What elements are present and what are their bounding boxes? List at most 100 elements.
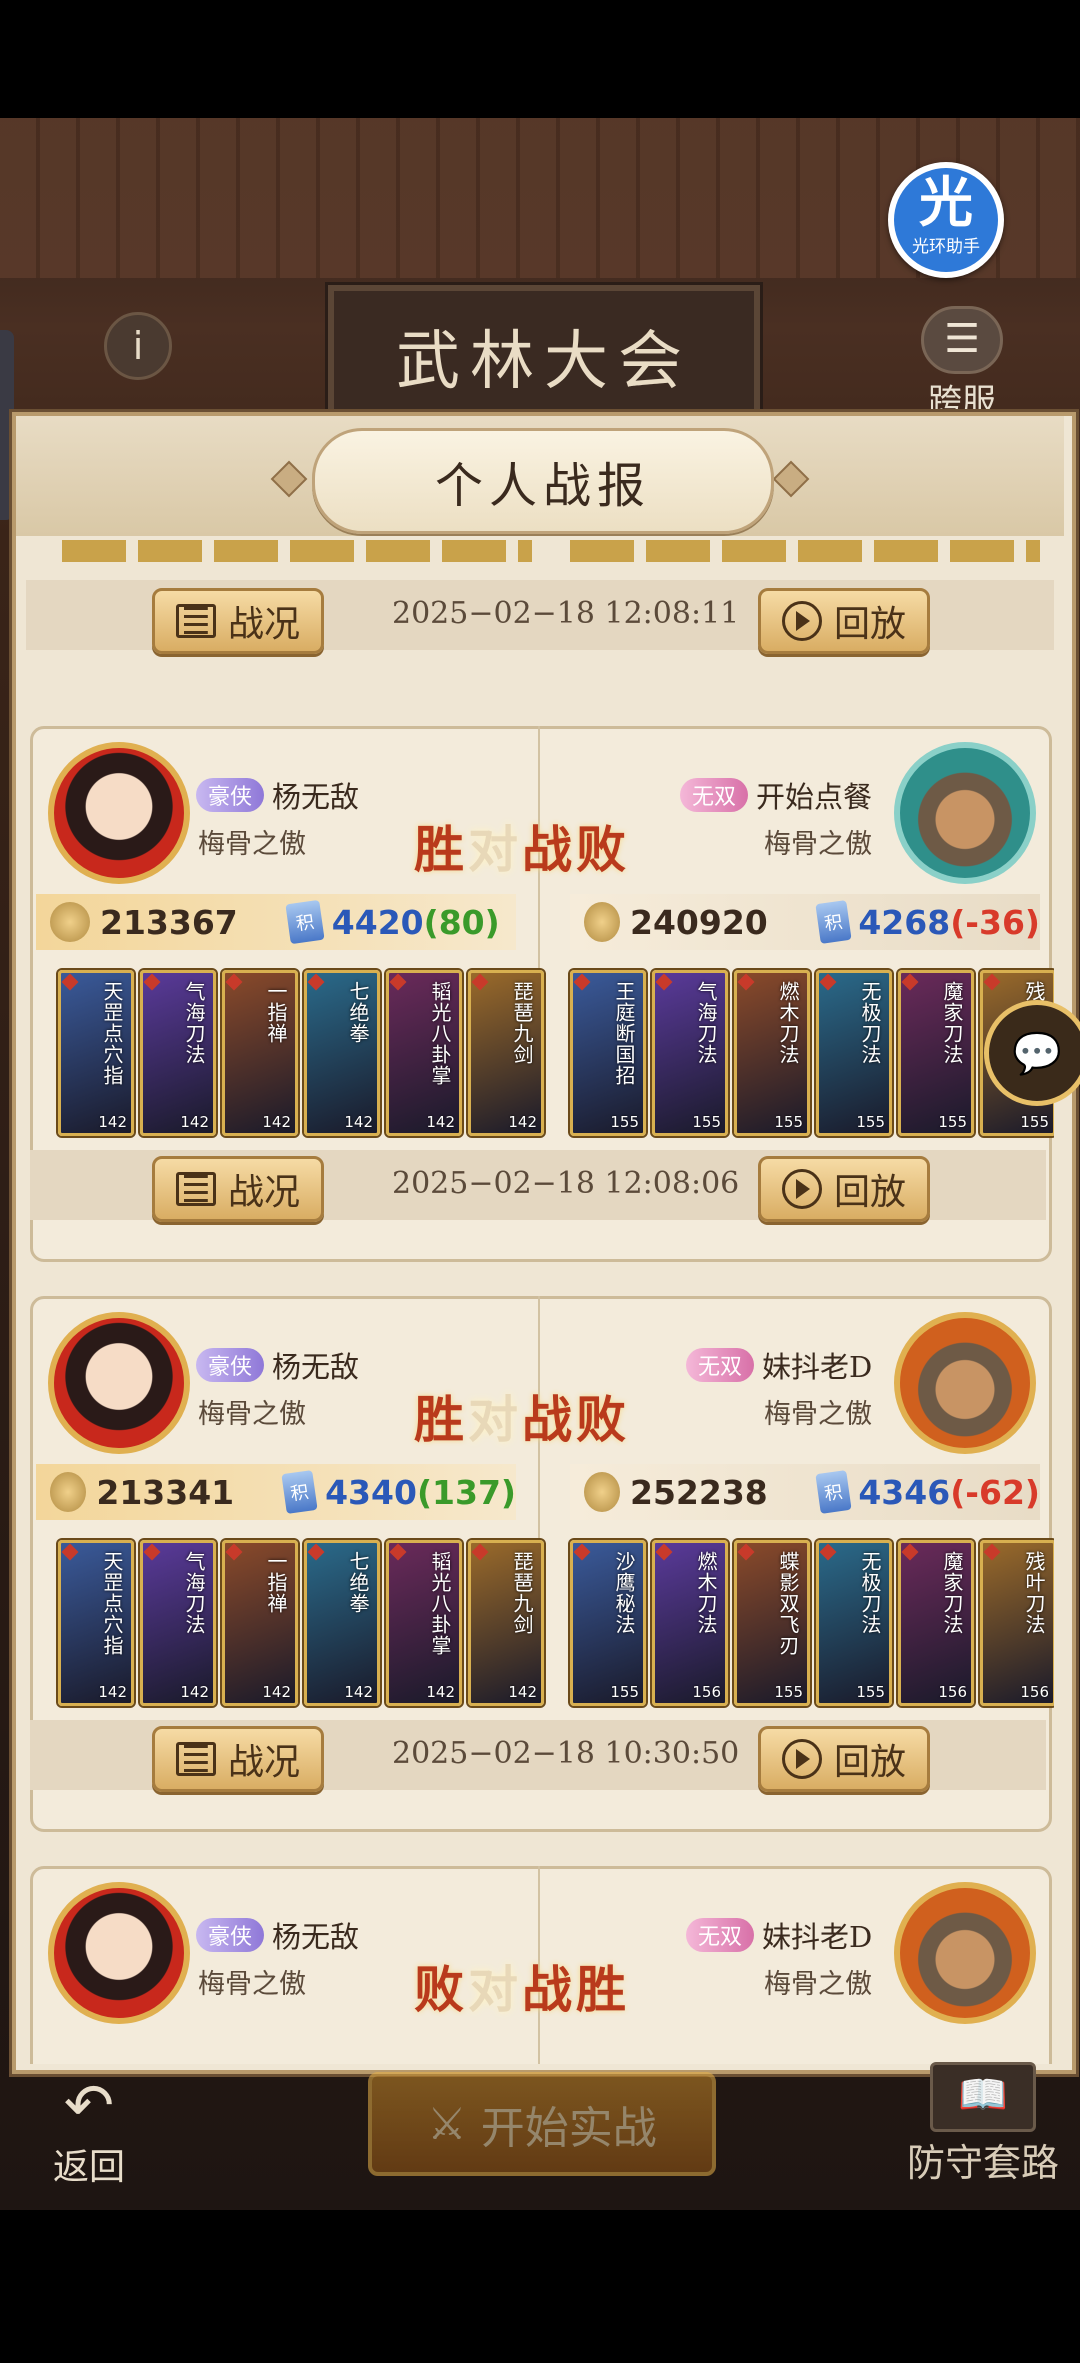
replay-button[interactable]: 回放 <box>758 1726 930 1792</box>
score-icon: 积 <box>815 900 851 944</box>
opponent-name: 妹抖老D <box>762 1350 873 1384</box>
hero-card[interactable]: 蝶影双飞刃 155 <box>734 1540 810 1706</box>
hero-card[interactable]: 无极刀法 155 <box>816 1540 892 1706</box>
hero-card[interactable]: 燃木刀法 155 <box>734 970 810 1136</box>
power-icon <box>584 902 620 942</box>
match-date: 2025−02−18 10:30:50 <box>392 1736 740 1771</box>
rank-tag: 豪侠 <box>196 1348 265 1382</box>
score-delta: (137) <box>416 1472 516 1512</box>
hero-level: 155 <box>692 1113 721 1131</box>
hero-name: 气海刀法 <box>182 1551 206 1635</box>
play-icon <box>781 1739 822 1779</box>
rank-tag: 无双 <box>680 778 749 812</box>
opponent-name: 开始点餐 <box>756 780 873 814</box>
hero-card[interactable]: 气海刀法 155 <box>652 970 728 1136</box>
match-date: 2025−02−18 12:08:11 <box>392 596 740 631</box>
start-battle-button[interactable]: ⚔ 开始实战 <box>368 2072 716 2176</box>
hero-card[interactable]: 琵琶九剑 142 <box>468 1540 544 1706</box>
player-name: 杨无敌 <box>272 780 360 814</box>
score-value: 4268(-36) <box>858 903 1040 942</box>
hero-card[interactable]: 七绝拳 142 <box>304 1540 380 1706</box>
hero-name: 七绝拳 <box>346 981 370 1044</box>
back-label: 返回 <box>52 2147 125 2188</box>
hero-name: 琵琶九剑 <box>510 981 534 1065</box>
score-delta: (-36) <box>950 902 1040 942</box>
hero-card[interactable]: 韬光八卦掌 142 <box>386 1540 462 1706</box>
hero-card[interactable]: 魔家刀法 155 <box>898 970 974 1136</box>
score-delta: (80) <box>423 902 500 942</box>
score-icon: 积 <box>815 1470 851 1514</box>
hero-card[interactable]: 无极刀法 155 <box>816 970 892 1136</box>
back-button[interactable]: ↶ 返回 <box>34 2074 144 2188</box>
hero-card[interactable]: 一指禅 142 <box>222 970 298 1136</box>
player-guild: 梅骨之傲 <box>198 829 306 860</box>
hero-name: 天罡点穴指 <box>100 1551 124 1656</box>
battle-status-button[interactable]: 战况 <box>152 1726 324 1792</box>
hero-name: 残 <box>1022 981 1046 1002</box>
book-icon: 📖 <box>930 2062 1036 2132</box>
score-number: 4420 <box>331 902 424 942</box>
player-avatar[interactable] <box>48 742 190 884</box>
hero-level: 142 <box>262 1113 291 1131</box>
power-icon <box>50 1472 87 1512</box>
hero-name: 一指禅 <box>264 1551 288 1614</box>
hero-rank-gem <box>225 973 243 991</box>
battle-status-button[interactable]: 战况 <box>152 588 324 654</box>
replay-button[interactable]: 回放 <box>758 1156 930 1222</box>
hero-rank-gem <box>819 973 837 991</box>
defense-setup-button[interactable]: 📖 防守套路 <box>898 2062 1068 2192</box>
hero-rank-gem <box>307 1543 325 1561</box>
hero-name: 气海刀法 <box>694 981 718 1065</box>
opponent-avatar[interactable] <box>894 1312 1036 1454</box>
player-guild: 梅骨之傲 <box>198 1399 306 1430</box>
hero-name: 无极刀法 <box>858 981 882 1065</box>
score-icon: 积 <box>285 899 325 945</box>
opponent-avatar[interactable] <box>894 1882 1036 2024</box>
hero-card[interactable]: 一指禅 142 <box>222 1540 298 1706</box>
info-icon[interactable]: i <box>104 312 172 380</box>
helper-badge-label: 光环助手 <box>912 237 980 257</box>
hero-name: 燃木刀法 <box>776 981 800 1065</box>
hero-card[interactable]: 残叶刀法 156 <box>980 1540 1054 1706</box>
hero-strip-partial-left <box>62 540 532 562</box>
hero-card[interactable]: 气海刀法 142 <box>140 1540 216 1706</box>
hero-level: 155 <box>856 1683 885 1701</box>
hero-card[interactable]: 七绝拳 142 <box>304 970 380 1136</box>
power-value: 213367 <box>100 902 238 942</box>
hero-name: 魔家刀法 <box>940 1551 964 1635</box>
hero-card[interactable]: 魔家刀法 156 <box>898 1540 974 1706</box>
cross-server-button[interactable]: ☰ 跨服 <box>912 306 1012 422</box>
hero-rank-gem <box>143 1543 161 1561</box>
hero-card[interactable]: 燃木刀法 156 <box>652 1540 728 1706</box>
hero-card[interactable]: 沙鹰秘法 155 <box>570 1540 646 1706</box>
hero-name: 七绝拳 <box>346 1551 370 1614</box>
opponent-avatar[interactable] <box>894 742 1036 884</box>
helper-badge-icon: 光 <box>919 171 973 234</box>
replay-button[interactable]: 回放 <box>758 588 930 654</box>
list-icon: ☰ <box>921 306 1003 374</box>
hero-card[interactable]: 气海刀法 142 <box>140 970 216 1136</box>
hero-card[interactable]: 天罡点穴指 142 <box>58 970 134 1136</box>
hero-card[interactable]: 天罡点穴指 142 <box>58 1540 134 1706</box>
hero-name: 燃木刀法 <box>694 1551 718 1635</box>
player-avatar[interactable] <box>48 1882 190 2024</box>
hero-card[interactable]: 琵琶九剑 142 <box>468 970 544 1136</box>
hero-card[interactable]: 韬光八卦掌 142 <box>386 970 462 1136</box>
helper-badge[interactable]: 光 光环助手 <box>888 162 1004 278</box>
crossed-swords-icon: ⚔ <box>427 2098 467 2150</box>
hero-rank-gem <box>983 973 1001 991</box>
chat-bubble-icon[interactable]: 💬 <box>984 1000 1080 1106</box>
player-avatar[interactable] <box>48 1312 190 1454</box>
hero-card[interactable]: 王庭断国招 155 <box>570 970 646 1136</box>
hero-level: 142 <box>98 1113 127 1131</box>
player-name: 杨无敌 <box>272 1350 360 1384</box>
hero-level: 142 <box>98 1683 127 1701</box>
report-list[interactable]: 战况 2025−02−18 12:08:11 回放 豪侠 杨无敌 梅骨之傲 胜 … <box>26 540 1054 2064</box>
power-value: 240920 <box>629 902 768 942</box>
power-icon <box>584 1472 620 1512</box>
hero-name: 无极刀法 <box>858 1551 882 1635</box>
replay-label: 回放 <box>833 1172 906 1213</box>
battle-status-button[interactable]: 战况 <box>152 1156 324 1222</box>
result-left: 胜 <box>414 1390 464 1449</box>
opponent-hero-lineup: 王庭断国招 155 气海刀法 155 燃木刀法 155 无极刀法 155 魔家刀法 155 残 155 <box>570 970 1054 1136</box>
